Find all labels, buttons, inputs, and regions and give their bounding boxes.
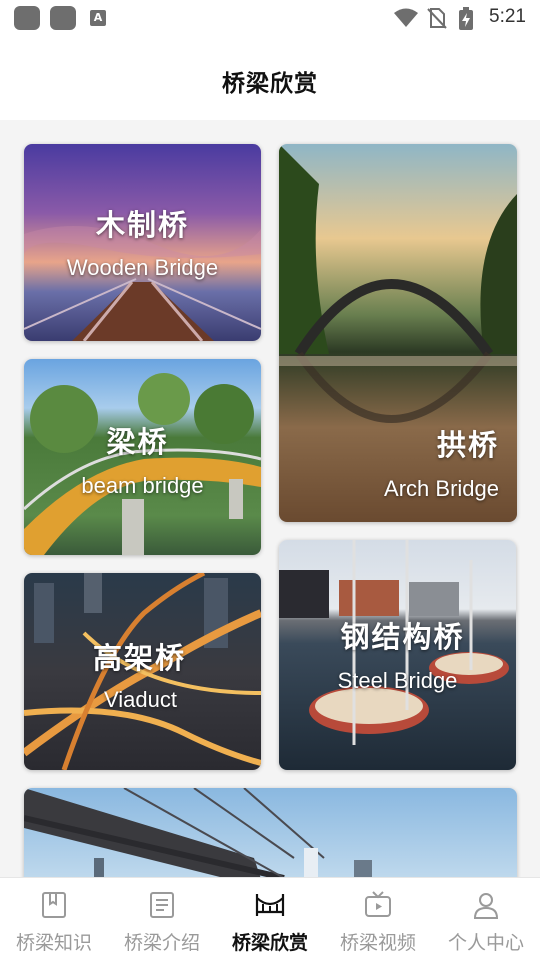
card-viaduct[interactable]: 高架桥 Viaduct [24, 573, 261, 770]
card-steel-bridge[interactable]: 钢结构桥 Steel Bridge [279, 540, 516, 770]
tab-bridge-appreciation[interactable]: 桥梁欣赏 [216, 878, 324, 960]
text-a-icon: A [90, 10, 106, 26]
tab-label: 个人中心 [447, 932, 524, 954]
card-title-zh: 高架桥 [92, 641, 186, 675]
bridge-icon [255, 894, 285, 916]
card-beam-bridge[interactable]: 梁桥 beam bridge [24, 359, 261, 555]
tab-bridge-intro[interactable]: 桥梁介绍 [108, 878, 216, 960]
suspension-bridge-image [24, 788, 517, 888]
tv-icon [365, 891, 391, 917]
battery-charging-icon [459, 7, 473, 30]
tab-personal-center[interactable]: 个人中心 [432, 878, 540, 960]
card-title-en: Wooden Bridge [66, 255, 219, 280]
person-icon [473, 893, 499, 919]
card-title-en: Arch Bridge [384, 476, 499, 501]
card-title-zh: 拱桥 [436, 428, 499, 462]
status-time: 5:21 [489, 6, 526, 27]
wifi-icon [394, 8, 418, 27]
no-sim-icon [427, 8, 447, 29]
card-title-zh: 木制桥 [95, 208, 189, 242]
document-icon [150, 892, 174, 918]
app-icon [50, 6, 76, 30]
tab-label: 桥梁欣赏 [231, 932, 308, 954]
card-arch-bridge[interactable]: 拱桥 Arch Bridge [279, 144, 517, 522]
card-title-en: Steel Bridge [337, 668, 458, 693]
page-title: 桥梁欣赏 [222, 71, 318, 97]
app-header: 桥梁欣赏 [0, 36, 540, 120]
tab-label: 桥梁知识 [15, 932, 92, 954]
arch-bridge-image [279, 144, 517, 522]
tab-label: 桥梁视频 [339, 932, 416, 954]
bottom-tab-bar: 桥梁知识 桥梁介绍 桥梁欣赏 桥梁视频 个人中心 [0, 877, 540, 960]
card-title-zh: 钢结构桥 [340, 620, 465, 654]
card-title-en: Viaduct [104, 687, 177, 712]
tab-bridge-video[interactable]: 桥梁视频 [324, 878, 432, 960]
status-bar: A 5:21 [0, 0, 540, 36]
card-title-zh: 梁桥 [106, 425, 169, 459]
book-icon [42, 892, 66, 918]
app-icon [14, 6, 40, 30]
tab-bridge-knowledge[interactable]: 桥梁知识 [0, 878, 108, 960]
card-wooden-bridge[interactable]: 木制桥 Wooden Bridge [24, 144, 261, 341]
card-suspension-bridge[interactable] [24, 788, 517, 888]
tab-label: 桥梁介绍 [123, 932, 200, 954]
card-title-en: beam bridge [81, 473, 204, 498]
